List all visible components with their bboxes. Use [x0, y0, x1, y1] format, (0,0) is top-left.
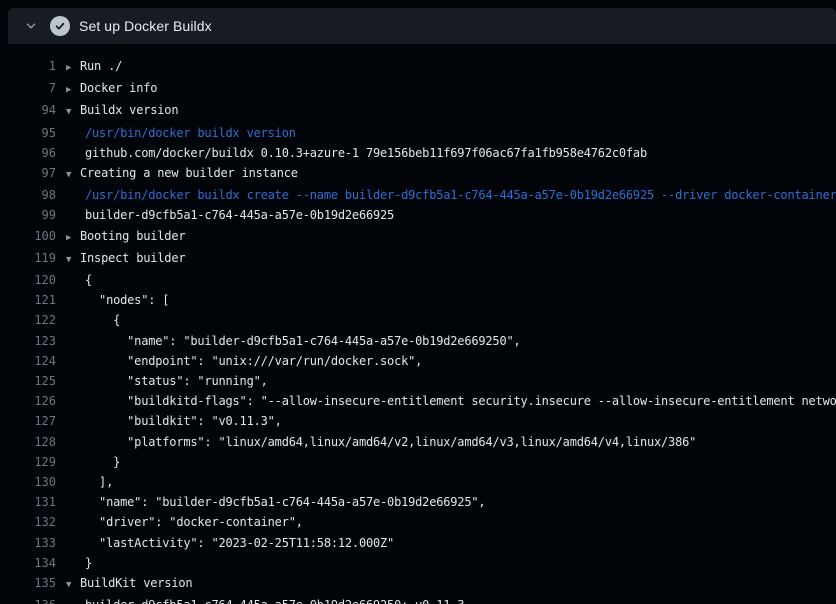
line-number[interactable]: 1: [0, 56, 56, 78]
group-title: Buildx version: [80, 103, 178, 117]
line-number[interactable]: 126: [0, 391, 56, 411]
command-text: /usr/bin/docker buildx version: [66, 123, 296, 143]
group-collapsed-icon[interactable]: ▶: [66, 80, 80, 100]
line-number[interactable]: 135: [0, 573, 56, 595]
line-number[interactable]: 132: [0, 512, 56, 532]
line-number[interactable]: 136: [0, 595, 56, 604]
log-line-98: 98/usr/bin/docker buildx create --name b…: [0, 185, 836, 205]
line-number[interactable]: 96: [0, 143, 56, 163]
log-line-100[interactable]: 100 ▶Booting builder: [0, 226, 836, 248]
group-expanded-icon[interactable]: ▼: [66, 250, 80, 270]
log-line-122: 122 {: [0, 310, 836, 330]
log-line-99: 99 builder-d9cfb5a1-c764-445a-a57e-0b19d2…: [0, 205, 836, 225]
log-line-97[interactable]: 97 ▼Creating a new builder instance: [0, 163, 836, 185]
log-line-133: 133 "lastActivity": "2023-02-25T11:58:12…: [0, 533, 836, 553]
output-text: "status": "running",: [66, 371, 268, 391]
group-expanded-icon[interactable]: ▼: [66, 165, 80, 185]
output-text: }: [66, 452, 120, 472]
log-line-129: 129 }: [0, 452, 836, 472]
group-collapsed-icon[interactable]: ▶: [66, 228, 80, 248]
log-line-124: 124 "endpoint": "unix:///var/run/docker.…: [0, 351, 836, 371]
output-text: }: [66, 553, 92, 573]
log-line-134: 134}: [0, 553, 836, 573]
output-text: github.com/docker/buildx 0.10.3+azure-1 …: [66, 143, 647, 163]
line-number[interactable]: 95: [0, 123, 56, 143]
group-title: Booting builder: [80, 229, 185, 243]
log-line-119[interactable]: 119 ▼Inspect builder: [0, 248, 836, 270]
output-text: {: [66, 310, 120, 330]
line-number[interactable]: 125: [0, 371, 56, 391]
line-number[interactable]: 100: [0, 226, 56, 248]
log-line-131: 131 "name": "builder-d9cfb5a1-c764-445a-…: [0, 492, 836, 512]
line-number[interactable]: 128: [0, 432, 56, 452]
log-line-130: 130 ],: [0, 472, 836, 492]
step-title: Set up Docker Buildx: [79, 18, 212, 34]
output-text: "name": "builder-d9cfb5a1-c764-445a-a57e…: [66, 492, 485, 512]
line-number[interactable]: 120: [0, 270, 56, 290]
log-line-123: 123 "name": "builder-d9cfb5a1-c764-445a-…: [0, 331, 836, 351]
line-number[interactable]: 134: [0, 553, 56, 573]
output-text: "lastActivity": "2023-02-25T11:58:12.000…: [66, 533, 394, 553]
group-collapsed-icon[interactable]: ▶: [66, 58, 80, 78]
step-header[interactable]: Set up Docker Buildx: [8, 8, 836, 44]
group-title: Inspect builder: [80, 251, 185, 265]
line-number[interactable]: 94: [0, 100, 56, 122]
log-line-96: 96 github.com/docker/buildx 0.10.3+azure-…: [0, 143, 836, 163]
line-number[interactable]: 99: [0, 205, 56, 225]
output-text: {: [66, 270, 92, 290]
output-text: "endpoint": "unix:///var/run/docker.sock…: [66, 351, 422, 371]
line-number[interactable]: 124: [0, 351, 56, 371]
output-text: "platforms": "linux/amd64,linux/amd64/v2…: [66, 432, 696, 452]
log-line-1[interactable]: 1 ▶Run ./: [0, 56, 836, 78]
line-number[interactable]: 119: [0, 248, 56, 270]
output-text: "name": "builder-d9cfb5a1-c764-445a-a57e…: [66, 331, 521, 351]
group-title: Creating a new builder instance: [80, 166, 298, 180]
log-line-128: 128 "platforms": "linux/amd64,linux/amd6…: [0, 432, 836, 452]
output-text: "buildkitd-flags": "--allow-insecure-ent…: [66, 391, 836, 411]
group-title: Docker info: [80, 81, 157, 95]
group-title: Run ./: [80, 59, 122, 73]
output-text: "driver": "docker-container",: [66, 512, 303, 532]
line-number[interactable]: 123: [0, 331, 56, 351]
log-line-121: 121 "nodes": [: [0, 290, 836, 310]
line-number[interactable]: 127: [0, 411, 56, 431]
output-text: builder-d9cfb5a1-c764-445a-a57e-0b19d2e6…: [66, 595, 464, 604]
output-text: "buildkit": "v0.11.3",: [66, 411, 282, 431]
log-line-95: 95/usr/bin/docker buildx version: [0, 123, 836, 143]
command-text: /usr/bin/docker buildx create --name bui…: [66, 185, 836, 205]
line-number[interactable]: 122: [0, 310, 56, 330]
group-expanded-icon[interactable]: ▼: [66, 102, 80, 122]
line-number[interactable]: 7: [0, 78, 56, 100]
log-line-127: 127 "buildkit": "v0.11.3",: [0, 411, 836, 431]
output-text: ],: [66, 472, 113, 492]
check-circle-icon: [50, 16, 70, 36]
chevron-down-icon[interactable]: [22, 17, 40, 35]
output-text: builder-d9cfb5a1-c764-445a-a57e-0b19d2e6…: [66, 205, 394, 225]
line-number[interactable]: 98: [0, 185, 56, 205]
line-number[interactable]: 131: [0, 492, 56, 512]
group-expanded-icon[interactable]: ▼: [66, 575, 80, 595]
group-title: BuildKit version: [80, 576, 192, 590]
line-number[interactable]: 133: [0, 533, 56, 553]
log-line-94[interactable]: 94 ▼Buildx version: [0, 100, 836, 122]
log-line-132: 132 "driver": "docker-container",: [0, 512, 836, 532]
log-line-126: 126 "buildkitd-flags": "--allow-insecure…: [0, 391, 836, 411]
step-log: 1▶Run ./7▶Docker info94▼Buildx version95…: [0, 44, 836, 604]
log-line-125: 125 "status": "running",: [0, 371, 836, 391]
line-number[interactable]: 121: [0, 290, 56, 310]
log-line-120: 120 {: [0, 270, 836, 290]
line-number[interactable]: 130: [0, 472, 56, 492]
line-number[interactable]: 129: [0, 452, 56, 472]
log-line-7[interactable]: 7 ▶Docker info: [0, 78, 836, 100]
log-line-136: 136 builder-d9cfb5a1-c764-445a-a57e-0b19d…: [0, 595, 836, 604]
log-line-135[interactable]: 135 ▼BuildKit version: [0, 573, 836, 595]
output-text: "nodes": [: [66, 290, 169, 310]
line-number[interactable]: 97: [0, 163, 56, 185]
